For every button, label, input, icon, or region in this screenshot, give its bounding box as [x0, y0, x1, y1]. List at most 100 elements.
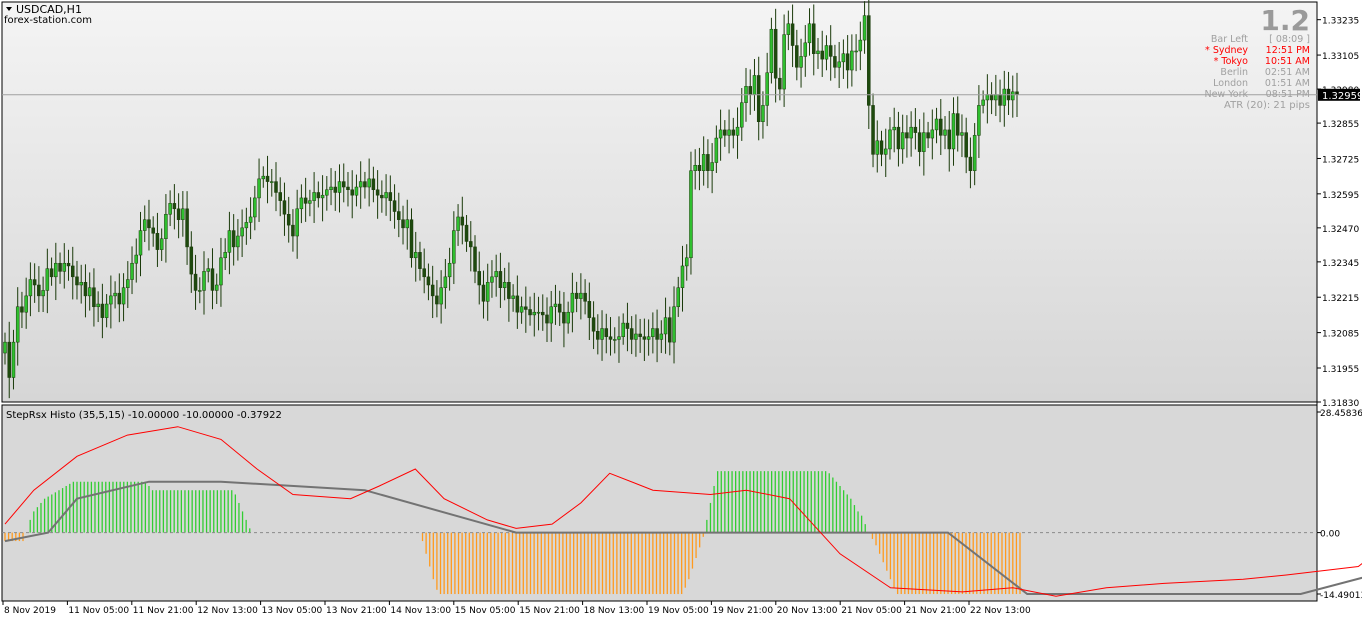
candle-body — [608, 336, 613, 340]
candle-body — [655, 328, 659, 340]
candle-body — [879, 140, 884, 155]
candle-body — [3, 341, 7, 354]
time-tick-label: 19 Nov 05:00 — [648, 606, 709, 616]
candle-body — [274, 181, 278, 193]
candle-body — [668, 317, 672, 343]
candle-body — [397, 211, 401, 220]
candle-body — [83, 282, 88, 297]
candle-body — [363, 181, 367, 188]
candle-body — [998, 94, 1002, 106]
candle-body — [45, 268, 50, 291]
main-price-pane[interactable] — [1, 1, 1318, 403]
candle-body — [270, 181, 274, 183]
candle-body — [761, 105, 765, 122]
candle-body — [418, 252, 422, 269]
candle-body — [663, 317, 668, 335]
time-tick-label: 15 Nov 21:00 — [519, 606, 580, 616]
candle-body — [1015, 91, 1019, 95]
candle-body — [718, 129, 723, 139]
candle-body — [320, 194, 325, 199]
candle-body — [295, 208, 299, 237]
price-tick-label: 1.32595 — [1322, 191, 1359, 201]
candle-body — [833, 56, 837, 68]
candle-body — [862, 15, 867, 41]
candle-body — [536, 311, 541, 314]
candle-body — [519, 306, 524, 313]
candle-body — [257, 178, 261, 199]
candle-body — [138, 230, 143, 256]
candle-body — [773, 28, 778, 79]
candle-body — [799, 56, 803, 68]
candle-body — [299, 197, 304, 210]
candle-body — [570, 292, 575, 313]
candle-body — [41, 290, 45, 297]
candle-body — [977, 105, 981, 136]
candle-body — [926, 132, 930, 139]
candle-body — [456, 216, 460, 231]
candle-body — [189, 246, 194, 275]
time-tick-label: 11 Nov 05:00 — [68, 606, 129, 616]
candle-body — [439, 287, 443, 305]
candle-body — [37, 284, 41, 297]
session-time: 08:51 PM — [1266, 89, 1310, 100]
candle-body — [409, 219, 414, 259]
candle-body — [735, 126, 740, 136]
candle-body — [291, 224, 295, 237]
candle-body — [706, 154, 710, 171]
session-time: 12:51 PM — [1266, 45, 1310, 56]
price-tick-label: 1.31955 — [1322, 365, 1359, 375]
candle-body — [231, 230, 236, 248]
candle-body — [498, 271, 503, 288]
candle-body — [49, 268, 54, 278]
candle-body — [960, 132, 964, 136]
candle-body — [634, 333, 638, 340]
candle-body — [117, 292, 122, 305]
candle-body — [20, 306, 24, 313]
candle-body — [684, 257, 689, 267]
candle-body — [202, 271, 206, 291]
price-tick-label: 1.32215 — [1322, 294, 1359, 304]
candle-body — [939, 118, 943, 136]
time-tick-label: 19 Nov 21:00 — [712, 606, 773, 616]
candle-body — [769, 28, 774, 73]
indicator-label: StepRsx Histo (35,5,15) -10.00000 -10.00… — [6, 410, 282, 421]
time-axis: 8 Nov 2019 11 Nov 05:00 11 Nov 21:00 12 Nov… — [2, 601, 1031, 616]
session-time: 10:51 AM — [1265, 56, 1310, 67]
candle-body — [858, 39, 863, 52]
candle-body — [625, 322, 630, 329]
candle-body — [248, 216, 253, 223]
time-tick-label: 13 Nov 21:00 — [326, 606, 387, 616]
candle-body — [227, 230, 232, 253]
candle-body — [329, 186, 333, 191]
candle-body — [778, 77, 782, 90]
candle-body — [955, 113, 960, 136]
candle-body — [1002, 88, 1007, 106]
candle-body — [485, 282, 490, 302]
candle-body — [502, 282, 507, 288]
candle-body — [511, 295, 515, 299]
candle-body — [604, 328, 609, 337]
candle-body — [968, 156, 973, 171]
candle-body — [710, 162, 714, 171]
candle-body — [87, 287, 92, 297]
indicator-tick-label: 28.45836 — [1320, 409, 1362, 419]
candle-body — [731, 129, 736, 136]
indicator-tick-label: 0.00 — [1320, 530, 1340, 540]
time-tick-label: 21 Nov 05:00 — [841, 606, 902, 616]
candle-body — [596, 331, 600, 340]
candle-body — [549, 306, 553, 324]
candle-body — [388, 192, 393, 201]
candle-body — [943, 129, 947, 136]
candle-body — [951, 113, 956, 150]
candle-body — [303, 197, 308, 204]
candle-body — [278, 192, 282, 201]
session-time: 02:51 AM — [1265, 67, 1310, 78]
candle-body — [574, 292, 579, 299]
current-price-label: 1.32959 — [1322, 91, 1362, 102]
candle-body — [629, 328, 634, 340]
candle-body — [312, 192, 316, 201]
candle-body — [155, 233, 160, 250]
candle-body — [528, 309, 532, 316]
session-time: 01:51 AM — [1265, 78, 1310, 89]
candle-body — [553, 303, 558, 308]
